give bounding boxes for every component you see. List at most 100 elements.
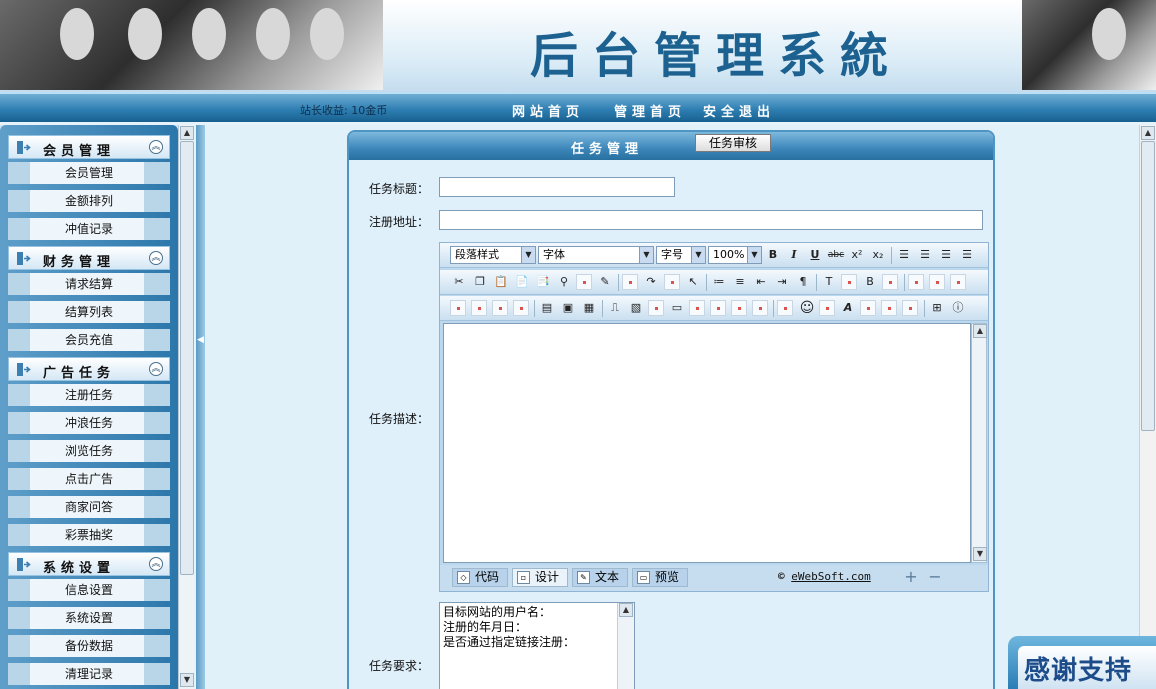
sidebar-item-settlement-list[interactable]: 结算列表 <box>8 301 170 323</box>
group-header-ad-tasks[interactable]: 广告任务 ︽ <box>8 357 170 381</box>
select-pointer-icon[interactable]: ↖ <box>684 273 702 291</box>
cut-icon[interactable]: ✂ <box>450 273 468 291</box>
find-icon[interactable]: ⚲ <box>555 273 573 291</box>
toolbar-placeholder-icon[interactable] <box>471 300 487 316</box>
group-header-system[interactable]: 系统设置 ︽ <box>8 552 170 576</box>
scroll-up-icon[interactable]: ▲ <box>619 603 633 617</box>
paragraph-style-select[interactable]: 段落样式 ▼ <box>450 246 536 264</box>
subscript-icon[interactable]: x₂ <box>869 246 887 264</box>
scroll-down-icon[interactable]: ▼ <box>180 673 194 687</box>
sidebar-item-register-task[interactable]: 注册任务 <box>8 384 170 406</box>
scroll-thumb[interactable] <box>180 141 194 575</box>
toolbar-placeholder-icon[interactable] <box>882 274 898 290</box>
editor-content-area[interactable] <box>443 323 971 563</box>
strikethrough-icon[interactable]: abc <box>827 246 845 264</box>
scroll-up-icon[interactable]: ▲ <box>1141 126 1155 140</box>
insert-marquee-icon[interactable]: ⎍ <box>606 299 624 317</box>
about-info-icon[interactable]: ⓘ <box>949 299 967 317</box>
scroll-up-icon[interactable]: ▲ <box>180 126 194 140</box>
sidebar-item-system-settings[interactable]: 系统设置 <box>8 607 170 629</box>
toolbar-placeholder-icon[interactable] <box>710 300 726 316</box>
task-title-input[interactable] <box>439 177 675 197</box>
mode-preview-button[interactable]: ▭ 预览 <box>632 568 688 587</box>
toolbar-placeholder-icon[interactable] <box>576 274 592 290</box>
undo-icon[interactable] <box>622 274 638 290</box>
requirements-scrollbar[interactable]: ▲ <box>617 603 634 689</box>
sidebar-scrollbar[interactable]: ▲ ▼ <box>178 125 194 689</box>
toolbar-placeholder-icon[interactable] <box>450 300 466 316</box>
toolbar-placeholder-icon[interactable] <box>777 300 793 316</box>
sidebar-item-clear-logs[interactable]: 清理记录 <box>8 663 170 685</box>
bold-icon[interactable]: B <box>764 246 782 264</box>
align-justify-icon[interactable]: ☰ <box>958 246 976 264</box>
scroll-down-icon[interactable]: ▼ <box>973 547 987 561</box>
toolbar-placeholder-icon[interactable] <box>860 300 876 316</box>
collapse-icon[interactable]: ︽ <box>149 140 163 154</box>
collapse-icon[interactable]: ︽ <box>149 362 163 376</box>
fullscreen-icon[interactable]: ⊞ <box>928 299 946 317</box>
insert-input-icon[interactable]: ▭ <box>668 299 686 317</box>
align-left-icon[interactable]: ☰ <box>895 246 913 264</box>
mode-design-button[interactable]: ▫ 设计 <box>512 568 568 587</box>
paragraph-icon[interactable]: ¶ <box>794 273 812 291</box>
ordered-list-icon[interactable]: ≔ <box>710 273 728 291</box>
toolbar-placeholder-icon[interactable] <box>929 274 945 290</box>
scroll-up-icon[interactable]: ▲ <box>973 324 987 338</box>
toolbar-placeholder-icon[interactable] <box>492 300 508 316</box>
collapse-left-icon[interactable]: ◀ <box>197 335 204 357</box>
mode-code-button[interactable]: ◇ 代码 <box>452 568 508 587</box>
toolbar-placeholder-icon[interactable] <box>950 274 966 290</box>
insert-iframe-icon[interactable]: ▧ <box>627 299 645 317</box>
register-url-input[interactable] <box>439 210 983 230</box>
insert-form-icon[interactable]: ▤ <box>538 299 556 317</box>
page-scrollbar[interactable]: ▲ <box>1139 125 1156 689</box>
indent-icon[interactable]: ⇥ <box>773 273 791 291</box>
sidebar-item-settlement-request[interactable]: 请求结算 <box>8 273 170 295</box>
sidebar-item-backup[interactable]: 备份数据 <box>8 635 170 657</box>
art-text-icon[interactable]: A <box>839 299 857 317</box>
toolbar-placeholder-icon[interactable] <box>819 300 835 316</box>
redo-icon[interactable]: ↷ <box>642 273 660 291</box>
paste-word-icon[interactable]: 📑 <box>534 273 552 291</box>
insert-table-icon[interactable]: ▦ <box>580 299 598 317</box>
emoticon-icon[interactable]: ☺ <box>798 299 816 317</box>
collapse-icon[interactable]: ︽ <box>149 251 163 265</box>
toolbar-placeholder-icon[interactable] <box>689 300 705 316</box>
toolbar-placeholder-icon[interactable] <box>902 300 918 316</box>
group-header-finance[interactable]: 财务管理 ︽ <box>8 246 170 270</box>
group-header-members[interactable]: 会员管理 ︽ <box>8 135 170 159</box>
sidebar-item-member-manage[interactable]: 会员管理 <box>8 162 170 184</box>
sidebar-splitter[interactable]: ◀ <box>196 125 205 689</box>
sidebar-item-recharge-log[interactable]: 冲值记录 <box>8 218 170 240</box>
background-color-icon[interactable]: B <box>861 273 879 291</box>
credit-link[interactable]: eWebSoft.com <box>791 570 870 583</box>
superscript-icon[interactable]: x² <box>848 246 866 264</box>
toolbar-placeholder-icon[interactable] <box>648 300 664 316</box>
sidebar-item-lottery[interactable]: 彩票抽奖 <box>8 524 170 546</box>
toolbar-placeholder-icon[interactable] <box>752 300 768 316</box>
text-color-icon[interactable]: T <box>820 273 838 291</box>
task-review-button[interactable]: 任务审核 <box>695 134 771 152</box>
paste-text-icon[interactable]: 📄 <box>513 273 531 291</box>
align-center-icon[interactable]: ☰ <box>916 246 934 264</box>
toolbar-placeholder-icon[interactable] <box>731 300 747 316</box>
scroll-thumb[interactable] <box>1141 141 1155 431</box>
sidebar-item-info-settings[interactable]: 信息设置 <box>8 579 170 601</box>
nav-admin-home[interactable]: 管理首页 <box>614 101 686 120</box>
collapse-icon[interactable]: ︽ <box>149 557 163 571</box>
sidebar-item-amount-ranking[interactable]: 金额排列 <box>8 190 170 212</box>
toolbar-placeholder-icon[interactable] <box>664 274 680 290</box>
sidebar-item-browse-task[interactable]: 浏览任务 <box>8 440 170 462</box>
italic-icon[interactable]: I <box>785 246 803 264</box>
insert-layer-icon[interactable]: ▣ <box>559 299 577 317</box>
font-size-select[interactable]: 字号 ▼ <box>656 246 706 264</box>
requirements-textarea[interactable]: 目标网站的用户名： 注册的年月日： 是否通过指定链接注册： <box>439 602 635 689</box>
unordered-list-icon[interactable]: ≡ <box>731 273 749 291</box>
outdent-icon[interactable]: ⇤ <box>752 273 770 291</box>
sidebar-item-surf-task[interactable]: 冲浪任务 <box>8 412 170 434</box>
sidebar-item-merchant-qa[interactable]: 商家问答 <box>8 496 170 518</box>
format-brush-icon[interactable]: ✎ <box>596 273 614 291</box>
nav-site-home[interactable]: 网站首页 <box>512 101 584 120</box>
sidebar-item-click-ad[interactable]: 点击广告 <box>8 468 170 490</box>
copy-icon[interactable]: ❐ <box>471 273 489 291</box>
